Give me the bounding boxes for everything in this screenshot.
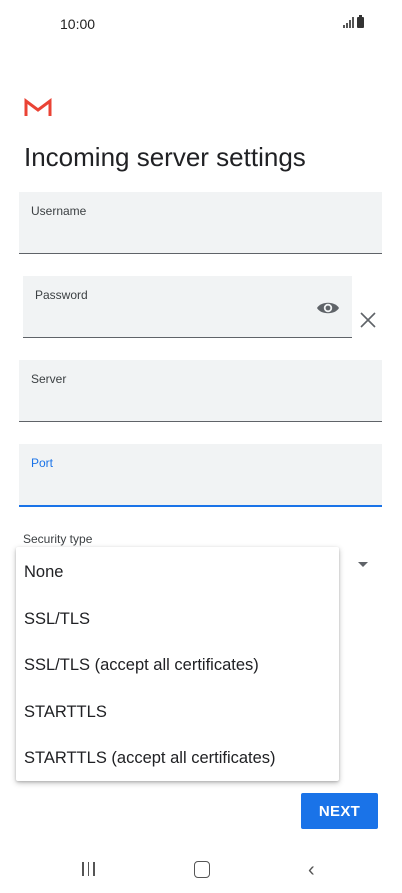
dropdown-option-none[interactable]: None bbox=[24, 563, 63, 582]
status-time: 10:00 bbox=[60, 16, 96, 32]
server-label: Server bbox=[31, 372, 67, 386]
eye-icon[interactable] bbox=[316, 298, 340, 318]
gmail-logo bbox=[24, 98, 52, 116]
dropdown-arrow-icon[interactable] bbox=[358, 562, 368, 567]
status-icons bbox=[343, 15, 364, 28]
next-button[interactable]: NEXT bbox=[301, 793, 378, 829]
password-label: Password bbox=[35, 288, 88, 302]
port-field[interactable]: Port bbox=[19, 444, 382, 507]
username-field[interactable]: Username bbox=[19, 192, 382, 254]
security-type-dropdown: None SSL/TLS SSL/TLS (accept all certifi… bbox=[16, 547, 339, 781]
port-label: Port bbox=[31, 456, 54, 470]
close-icon[interactable] bbox=[358, 310, 378, 330]
security-type-label: Security type bbox=[23, 532, 93, 546]
navigation-bar: ‹ bbox=[0, 845, 402, 893]
status-bar: 10:00 bbox=[0, 0, 402, 48]
username-label: Username bbox=[31, 204, 87, 218]
home-icon[interactable] bbox=[194, 861, 210, 878]
server-field[interactable]: Server bbox=[19, 360, 382, 422]
back-icon[interactable]: ‹ bbox=[308, 859, 315, 882]
password-field[interactable]: Password bbox=[23, 276, 352, 338]
dropdown-option-starttls-accept-all[interactable]: STARTTLS (accept all certificates) bbox=[24, 749, 276, 768]
dropdown-option-ssl-tls-accept-all[interactable]: SSL/TLS (accept all certificates) bbox=[24, 656, 259, 675]
recent-apps-icon[interactable] bbox=[82, 862, 95, 876]
dropdown-option-ssl-tls[interactable]: SSL/TLS bbox=[24, 610, 90, 629]
battery-icon bbox=[357, 15, 364, 28]
signal-icon bbox=[343, 16, 354, 28]
page-title: Incoming server settings bbox=[24, 142, 306, 172]
dropdown-option-starttls[interactable]: STARTTLS bbox=[24, 703, 107, 722]
